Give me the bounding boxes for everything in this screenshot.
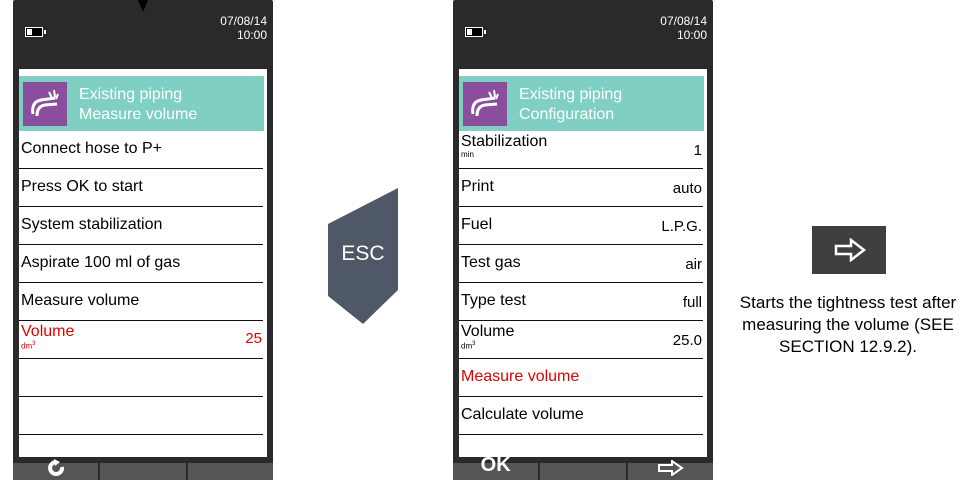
menu-item-fuel[interactable]: Fuel L.P.G. — [459, 207, 703, 245]
title-line-2: Measure volume — [79, 106, 198, 123]
row-value: 25.0 — [672, 332, 702, 349]
row-unit: min — [461, 150, 474, 159]
menu-item-aspirate[interactable]: Aspirate 100 ml of gas — [19, 245, 263, 283]
title-text: Existing piping Configuration — [519, 85, 622, 125]
menu-item-connect-hose[interactable]: Connect hose to P+ — [19, 131, 263, 169]
title-block: Existing piping Measure volume — [19, 76, 264, 131]
menu-item-measure-volume[interactable]: Measure volume — [19, 283, 263, 321]
right-device: 07/08/14 10:00 Existing piping Configura… — [453, 0, 713, 480]
row-value: full — [682, 294, 702, 311]
row-value: air — [685, 256, 702, 273]
row-value: 1 — [693, 142, 702, 159]
right-arrow-icon — [834, 238, 866, 262]
forward-softkey[interactable] — [627, 460, 713, 480]
date: 07/08/14 — [220, 14, 267, 28]
menu-item-volume[interactable]: Volume dm3 25.0 — [459, 321, 703, 359]
date-time: 07/08/14 10:00 — [660, 14, 707, 42]
menu-item-measure-volume[interactable]: Measure volume — [459, 359, 703, 397]
screen: Existing piping Measure volume Connect h… — [19, 69, 267, 457]
menu-item-calculate-volume[interactable]: Calculate volume — [459, 397, 703, 435]
row-label: Print — [461, 178, 494, 195]
row-label: Volume — [461, 323, 515, 340]
row-value: 25 — [245, 330, 262, 347]
refresh-icon — [48, 459, 65, 476]
row-label: System stabilization — [21, 216, 163, 233]
screen: Existing piping Configuration Stabilizat… — [459, 69, 707, 457]
softkey-1[interactable] — [13, 459, 99, 480]
title-text: Existing piping Measure volume — [79, 85, 197, 125]
row-label: Measure volume — [461, 368, 580, 385]
right-arrow-icon — [657, 460, 684, 476]
forward-key-description: Starts the tightness test after measurin… — [739, 293, 957, 356]
left-device: 07/08/14 10:00 Existing piping Measure v… — [13, 0, 273, 480]
empty-row — [19, 359, 263, 397]
row-label: Calculate volume — [461, 406, 584, 423]
row-label: Type test — [461, 292, 526, 309]
title-block: Existing piping Configuration — [459, 76, 704, 131]
empty-row — [19, 435, 263, 457]
title-line-2: Configuration — [519, 106, 615, 123]
row-unit: dm3 — [21, 341, 36, 351]
softkey-2[interactable] — [540, 463, 626, 480]
softkey-2[interactable] — [100, 463, 186, 480]
date-time: 07/08/14 10:00 — [220, 14, 267, 42]
row-label: Aspirate 100 ml of gas — [21, 254, 181, 271]
menu-item-test-gas[interactable]: Test gas air — [459, 245, 703, 283]
softkey-3[interactable] — [187, 463, 273, 480]
softkey-bar — [13, 459, 273, 480]
menu-item-volume[interactable]: Volume dm3 25 — [19, 321, 263, 359]
row-value: auto — [672, 180, 702, 197]
piping-icon — [463, 82, 507, 126]
menu-item-print[interactable]: Print auto — [459, 169, 703, 207]
ok-softkey[interactable]: OK — [453, 455, 539, 480]
time: 10:00 — [236, 28, 267, 42]
row-label: Measure volume — [21, 292, 140, 309]
row-label: Stabilization — [461, 133, 548, 150]
time: 10:00 — [676, 28, 707, 42]
menu-item-type-test[interactable]: Type test full — [459, 283, 703, 321]
row-label: Test gas — [461, 254, 521, 271]
ok-softkey-label: OK — [480, 454, 511, 476]
date: 07/08/14 — [660, 14, 707, 28]
pointer-arrow-icon — [138, 0, 148, 12]
row-label: Connect hose to P+ — [21, 140, 162, 157]
title-line-1: Existing piping — [519, 86, 623, 103]
menu-item-system-stabilization[interactable]: System stabilization — [19, 207, 263, 245]
forward-key[interactable] — [812, 226, 886, 274]
row-unit: dm3 — [461, 341, 476, 351]
menu-item-stabilization[interactable]: Stabilization min 1 — [459, 131, 703, 169]
menu-item-press-ok[interactable]: Press OK to start — [19, 169, 263, 207]
battery-icon — [25, 27, 46, 37]
status-bar: 07/08/14 10:00 — [453, 0, 713, 60]
row-label: Volume — [21, 323, 75, 340]
row-value: L.P.G. — [661, 218, 702, 235]
title-line-1: Existing piping — [79, 86, 183, 103]
softkey-bar: OK — [453, 455, 713, 480]
empty-row — [19, 397, 263, 435]
esc-key-label: ESC — [341, 242, 385, 265]
battery-icon — [465, 27, 486, 37]
piping-icon — [23, 82, 67, 126]
row-label: Press OK to start — [21, 178, 143, 195]
row-label: Fuel — [461, 216, 493, 233]
